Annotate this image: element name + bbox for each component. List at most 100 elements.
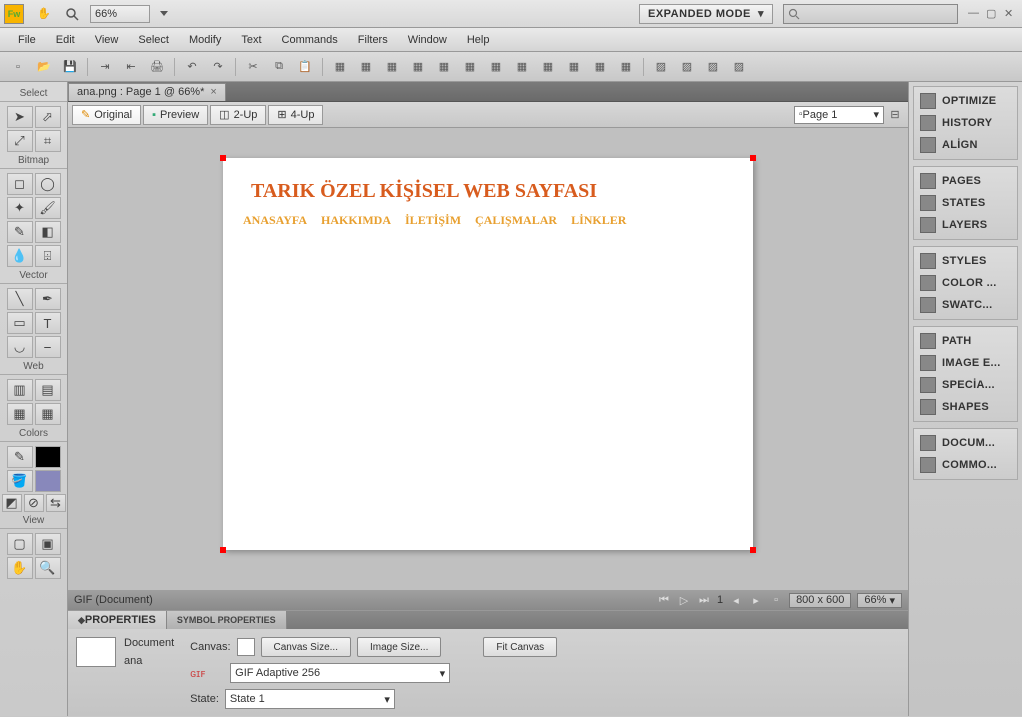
hide-slice-tool[interactable]: ▦ — [7, 403, 33, 425]
line-tool[interactable]: ╲ — [7, 288, 33, 310]
slice-tool[interactable]: ▤ — [35, 379, 61, 401]
rect-tool[interactable]: ▭ — [7, 312, 33, 334]
blur-tool[interactable]: 💧 — [7, 245, 33, 267]
selection-handle[interactable] — [220, 155, 226, 161]
tb-icon-1[interactable]: ▦ — [328, 56, 352, 78]
tb-icon-2[interactable]: ▦ — [354, 56, 378, 78]
status-dimensions[interactable]: 800 x 600 — [789, 593, 851, 608]
first-frame-icon[interactable]: ⏮ — [657, 593, 671, 607]
fill-color[interactable]: 🪣 — [7, 470, 33, 492]
play-icon[interactable]: ▷ — [677, 593, 691, 607]
tb-icon-8[interactable]: ▦ — [510, 56, 534, 78]
open-icon[interactable]: 📂 — [32, 56, 56, 78]
tb-icon-15[interactable]: ▨ — [701, 56, 725, 78]
tb-icon-10[interactable]: ▦ — [562, 56, 586, 78]
state-dropdown[interactable]: State 1▾ — [225, 689, 395, 709]
selection-handle[interactable] — [750, 155, 756, 161]
doc-tab-close-icon[interactable]: × — [210, 86, 216, 98]
view-normal[interactable]: ▢ — [7, 533, 33, 555]
prev-icon[interactable]: ◂ — [729, 593, 743, 607]
fill-swatch[interactable] — [35, 470, 61, 492]
tb-icon-13[interactable]: ▨ — [649, 56, 673, 78]
zoom-dropdown-icon[interactable] — [160, 11, 168, 16]
lasso-tool[interactable]: ◯ — [35, 173, 61, 195]
restore-icon[interactable]: ▢ — [986, 7, 1000, 21]
minimize-icon[interactable]: — — [968, 7, 982, 21]
tb-icon-7[interactable]: ▦ — [484, 56, 508, 78]
panel-pages[interactable]: PAGES — [917, 170, 1014, 192]
tb-icon-14[interactable]: ▨ — [675, 56, 699, 78]
menu-help[interactable]: Help — [457, 31, 500, 49]
print-icon[interactable]: 🖨 — [145, 56, 169, 78]
panel-styles[interactable]: STYLES — [917, 250, 1014, 272]
brush-tool[interactable]: 🖌 — [35, 197, 61, 219]
tb-icon-5[interactable]: ▦ — [432, 56, 456, 78]
menu-filters[interactable]: Filters — [348, 31, 398, 49]
subselect-tool[interactable]: ⬀ — [35, 106, 61, 128]
default-colors[interactable]: ◩ — [2, 494, 22, 512]
pen-tool[interactable]: ✒ — [35, 288, 61, 310]
eraser-tool[interactable]: ◧ — [35, 221, 61, 243]
paste-icon[interactable]: 📋 — [293, 56, 317, 78]
copy-icon[interactable]: ⧉ — [267, 56, 291, 78]
menu-text[interactable]: Text — [231, 31, 271, 49]
canvas-viewport[interactable]: TARIK ÖZEL KİŞİSEL WEB SAYFASI ANASAYFA … — [68, 128, 908, 590]
panel-common[interactable]: COMMO... — [917, 454, 1014, 476]
tb-icon-12[interactable]: ▦ — [614, 56, 638, 78]
crop-tool[interactable]: ⌗ — [35, 130, 61, 152]
search-input[interactable] — [783, 4, 958, 24]
panel-color[interactable]: COLOR ... — [917, 272, 1014, 294]
panel-optimize[interactable]: OPTIMIZE — [917, 90, 1014, 112]
stroke-color[interactable]: ✎ — [7, 446, 33, 468]
menu-window[interactable]: Window — [398, 31, 457, 49]
menu-select[interactable]: Select — [128, 31, 179, 49]
zoom-level-field[interactable]: 66% — [90, 5, 150, 23]
canvas-size-button[interactable]: Canvas Size... — [261, 637, 351, 657]
page-layout-icon[interactable]: ⊟ — [886, 104, 904, 126]
tb-icon-3[interactable]: ▦ — [380, 56, 404, 78]
panel-states[interactable]: STATES — [917, 192, 1014, 214]
marquee-tool[interactable]: ◻ — [7, 173, 33, 195]
tb-icon-6[interactable]: ▦ — [458, 56, 482, 78]
status-zoom[interactable]: 66% ▾ — [857, 593, 902, 608]
tb-icon-9[interactable]: ▦ — [536, 56, 560, 78]
panel-align[interactable]: ALİGN — [917, 134, 1014, 156]
next-icon[interactable]: ▸ — [749, 593, 763, 607]
fit-canvas-button[interactable]: Fit Canvas — [483, 637, 557, 657]
nav-icon[interactable]: ▫ — [769, 593, 783, 607]
zoom-tool-icon[interactable] — [62, 4, 82, 24]
menu-view[interactable]: View — [85, 31, 129, 49]
export-icon[interactable]: ⇤ — [119, 56, 143, 78]
hand-tool-icon[interactable]: ✋ — [34, 4, 54, 24]
panel-image-editing[interactable]: IMAGE E... — [917, 352, 1014, 374]
close-icon[interactable]: ✕ — [1004, 7, 1018, 21]
tab-2up[interactable]: ◫2-Up — [210, 105, 266, 125]
optimize-dropdown[interactable]: GIF Adaptive 256▾ — [230, 663, 450, 683]
image-size-button[interactable]: Image Size... — [357, 637, 441, 657]
workspace-mode-dropdown[interactable]: EXPANDED MODE ▾ — [639, 4, 773, 24]
selection-handle[interactable] — [750, 547, 756, 553]
tab-symbol-properties[interactable]: SYMBOL PROPERTIES — [167, 611, 287, 629]
freeform-tool[interactable]: ◡ — [7, 336, 33, 358]
scale-tool[interactable]: ⤢ — [7, 130, 33, 152]
panel-swatches[interactable]: SWATC... — [917, 294, 1014, 316]
pencil-tool[interactable]: ✎ — [7, 221, 33, 243]
text-tool[interactable]: T — [35, 312, 61, 334]
panel-shapes[interactable]: SHAPES — [917, 396, 1014, 418]
menu-file[interactable]: File — [8, 31, 46, 49]
new-icon[interactable]: ▫ — [6, 56, 30, 78]
canvas-color-swatch[interactable] — [237, 638, 255, 656]
last-frame-icon[interactable]: ⏭ — [697, 593, 711, 607]
hand-tool[interactable]: ✋ — [7, 557, 33, 579]
panel-path[interactable]: PATH — [917, 330, 1014, 352]
show-slice-tool[interactable]: ▦ — [35, 403, 61, 425]
canvas-page[interactable]: TARIK ÖZEL KİŞİSEL WEB SAYFASI ANASAYFA … — [223, 158, 753, 550]
tab-properties[interactable]: ◆ PROPERTIES — [68, 611, 167, 629]
hotspot-tool[interactable]: ▥ — [7, 379, 33, 401]
tb-icon-4[interactable]: ▦ — [406, 56, 430, 78]
tab-4up[interactable]: ⊞4-Up — [268, 105, 323, 125]
menu-modify[interactable]: Modify — [179, 31, 231, 49]
import-icon[interactable]: ⇥ — [93, 56, 117, 78]
stroke-swatch[interactable] — [35, 446, 61, 468]
undo-icon[interactable]: ↶ — [180, 56, 204, 78]
